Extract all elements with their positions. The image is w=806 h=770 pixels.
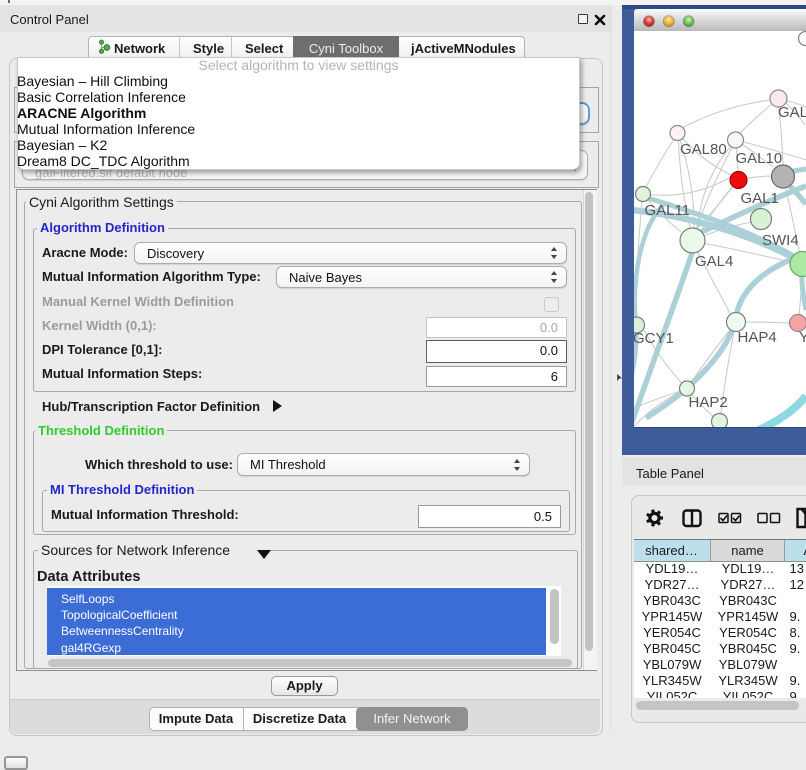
svg-text:GAL80: GAL80 bbox=[680, 141, 727, 158]
svg-text:GAL7: GAL7 bbox=[778, 104, 806, 121]
svg-text:HAP2: HAP2 bbox=[689, 394, 728, 411]
svg-text:GAL1: GAL1 bbox=[741, 190, 779, 207]
svg-text:HAP4: HAP4 bbox=[738, 329, 777, 346]
svg-text:GAL10: GAL10 bbox=[736, 150, 783, 167]
svg-text:SWI4: SWI4 bbox=[762, 232, 799, 249]
svg-text:GAL11: GAL11 bbox=[645, 202, 691, 219]
svg-text:GCY1: GCY1 bbox=[634, 330, 674, 347]
svg-text:GAL4: GAL4 bbox=[695, 253, 733, 270]
svg-text:Y: Y bbox=[799, 329, 806, 346]
